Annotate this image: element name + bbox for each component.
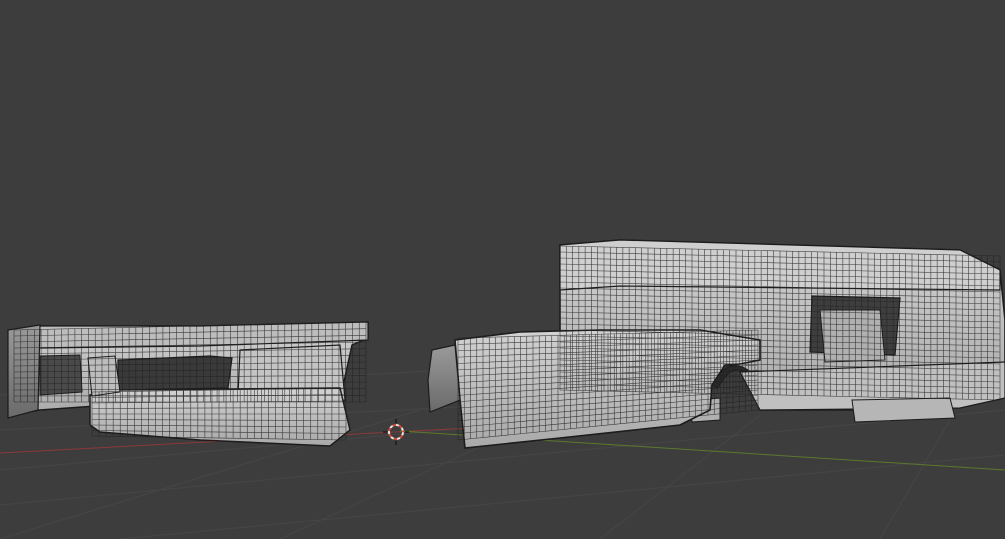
3d-viewport[interactable] bbox=[0, 0, 1005, 539]
viewport-canvas[interactable] bbox=[0, 0, 1005, 539]
side-skirt[interactable] bbox=[427, 329, 761, 449]
